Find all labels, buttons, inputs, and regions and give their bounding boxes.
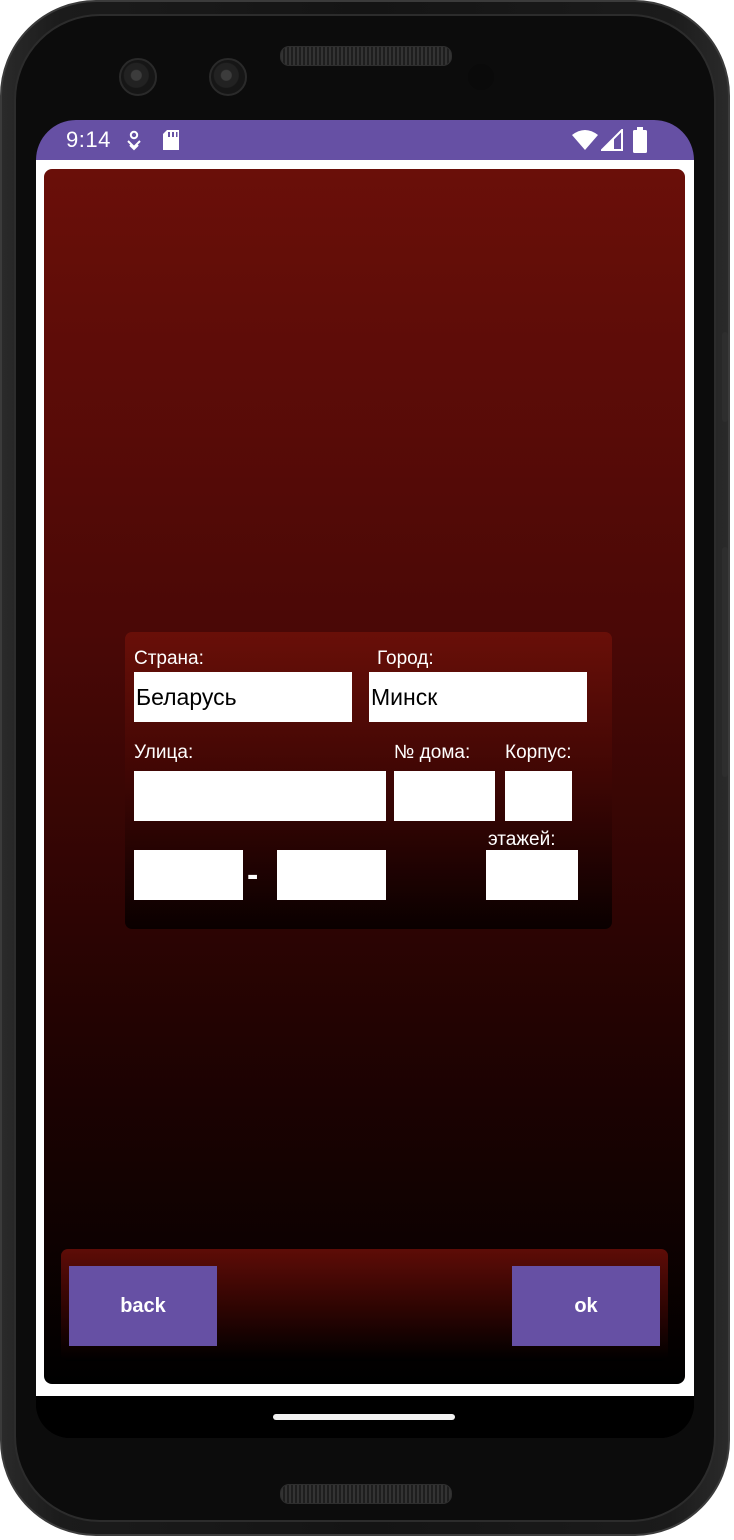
status-time: 9:14: [66, 127, 111, 152]
front-camera-icon: [209, 58, 247, 96]
range-separator: -: [247, 856, 259, 894]
earpiece-speaker: [280, 46, 452, 66]
city-label: Город:: [377, 648, 434, 669]
building-input[interactable]: [505, 771, 572, 821]
location-signal-icon: [127, 130, 141, 151]
proximity-sensor: [468, 64, 494, 90]
house-number-label: № дома:: [394, 742, 471, 763]
wifi-icon: [572, 130, 598, 150]
front-camera-icon: [119, 58, 157, 96]
home-gesture-handle[interactable]: [273, 1414, 455, 1420]
street-label: Улица:: [134, 742, 194, 763]
screen: 9:14 Страна: Город: Беларусь Минск Улица…: [36, 120, 694, 1438]
phone-frame: 9:14 Страна: Город: Беларусь Минск Улица…: [0, 0, 730, 1536]
ok-button[interactable]: ok: [512, 1266, 660, 1346]
bottom-action-bar: back ok: [61, 1249, 668, 1361]
battery-icon: [633, 127, 647, 153]
bottom-speaker: [280, 1484, 452, 1504]
address-form: Страна: Город: Улица: № дома: Корпус: эт…: [125, 632, 612, 929]
building-label: Корпус:: [505, 742, 572, 763]
city-input[interactable]: [369, 672, 587, 722]
sd-card-icon: [163, 130, 179, 150]
volume-button: [722, 547, 728, 777]
main-panel: Страна: Город: Улица: № дома: Корпус: эт…: [44, 169, 685, 1384]
floors-label: этажей:: [488, 829, 556, 850]
range-from-input[interactable]: [134, 850, 243, 900]
status-bar: 9:14: [36, 120, 694, 160]
range-to-input[interactable]: [277, 850, 386, 900]
power-button: [722, 332, 728, 422]
navigation-bar: [36, 1396, 694, 1438]
country-label: Страна:: [134, 648, 204, 669]
country-input[interactable]: [134, 672, 352, 722]
back-button[interactable]: back: [69, 1266, 217, 1346]
floors-input[interactable]: [486, 850, 578, 900]
street-input[interactable]: [134, 771, 386, 821]
app-content: Страна: Город: Улица: № дома: Корпус: эт…: [36, 160, 694, 1396]
house-number-input[interactable]: [394, 771, 495, 821]
cell-signal-icon: [601, 129, 623, 151]
